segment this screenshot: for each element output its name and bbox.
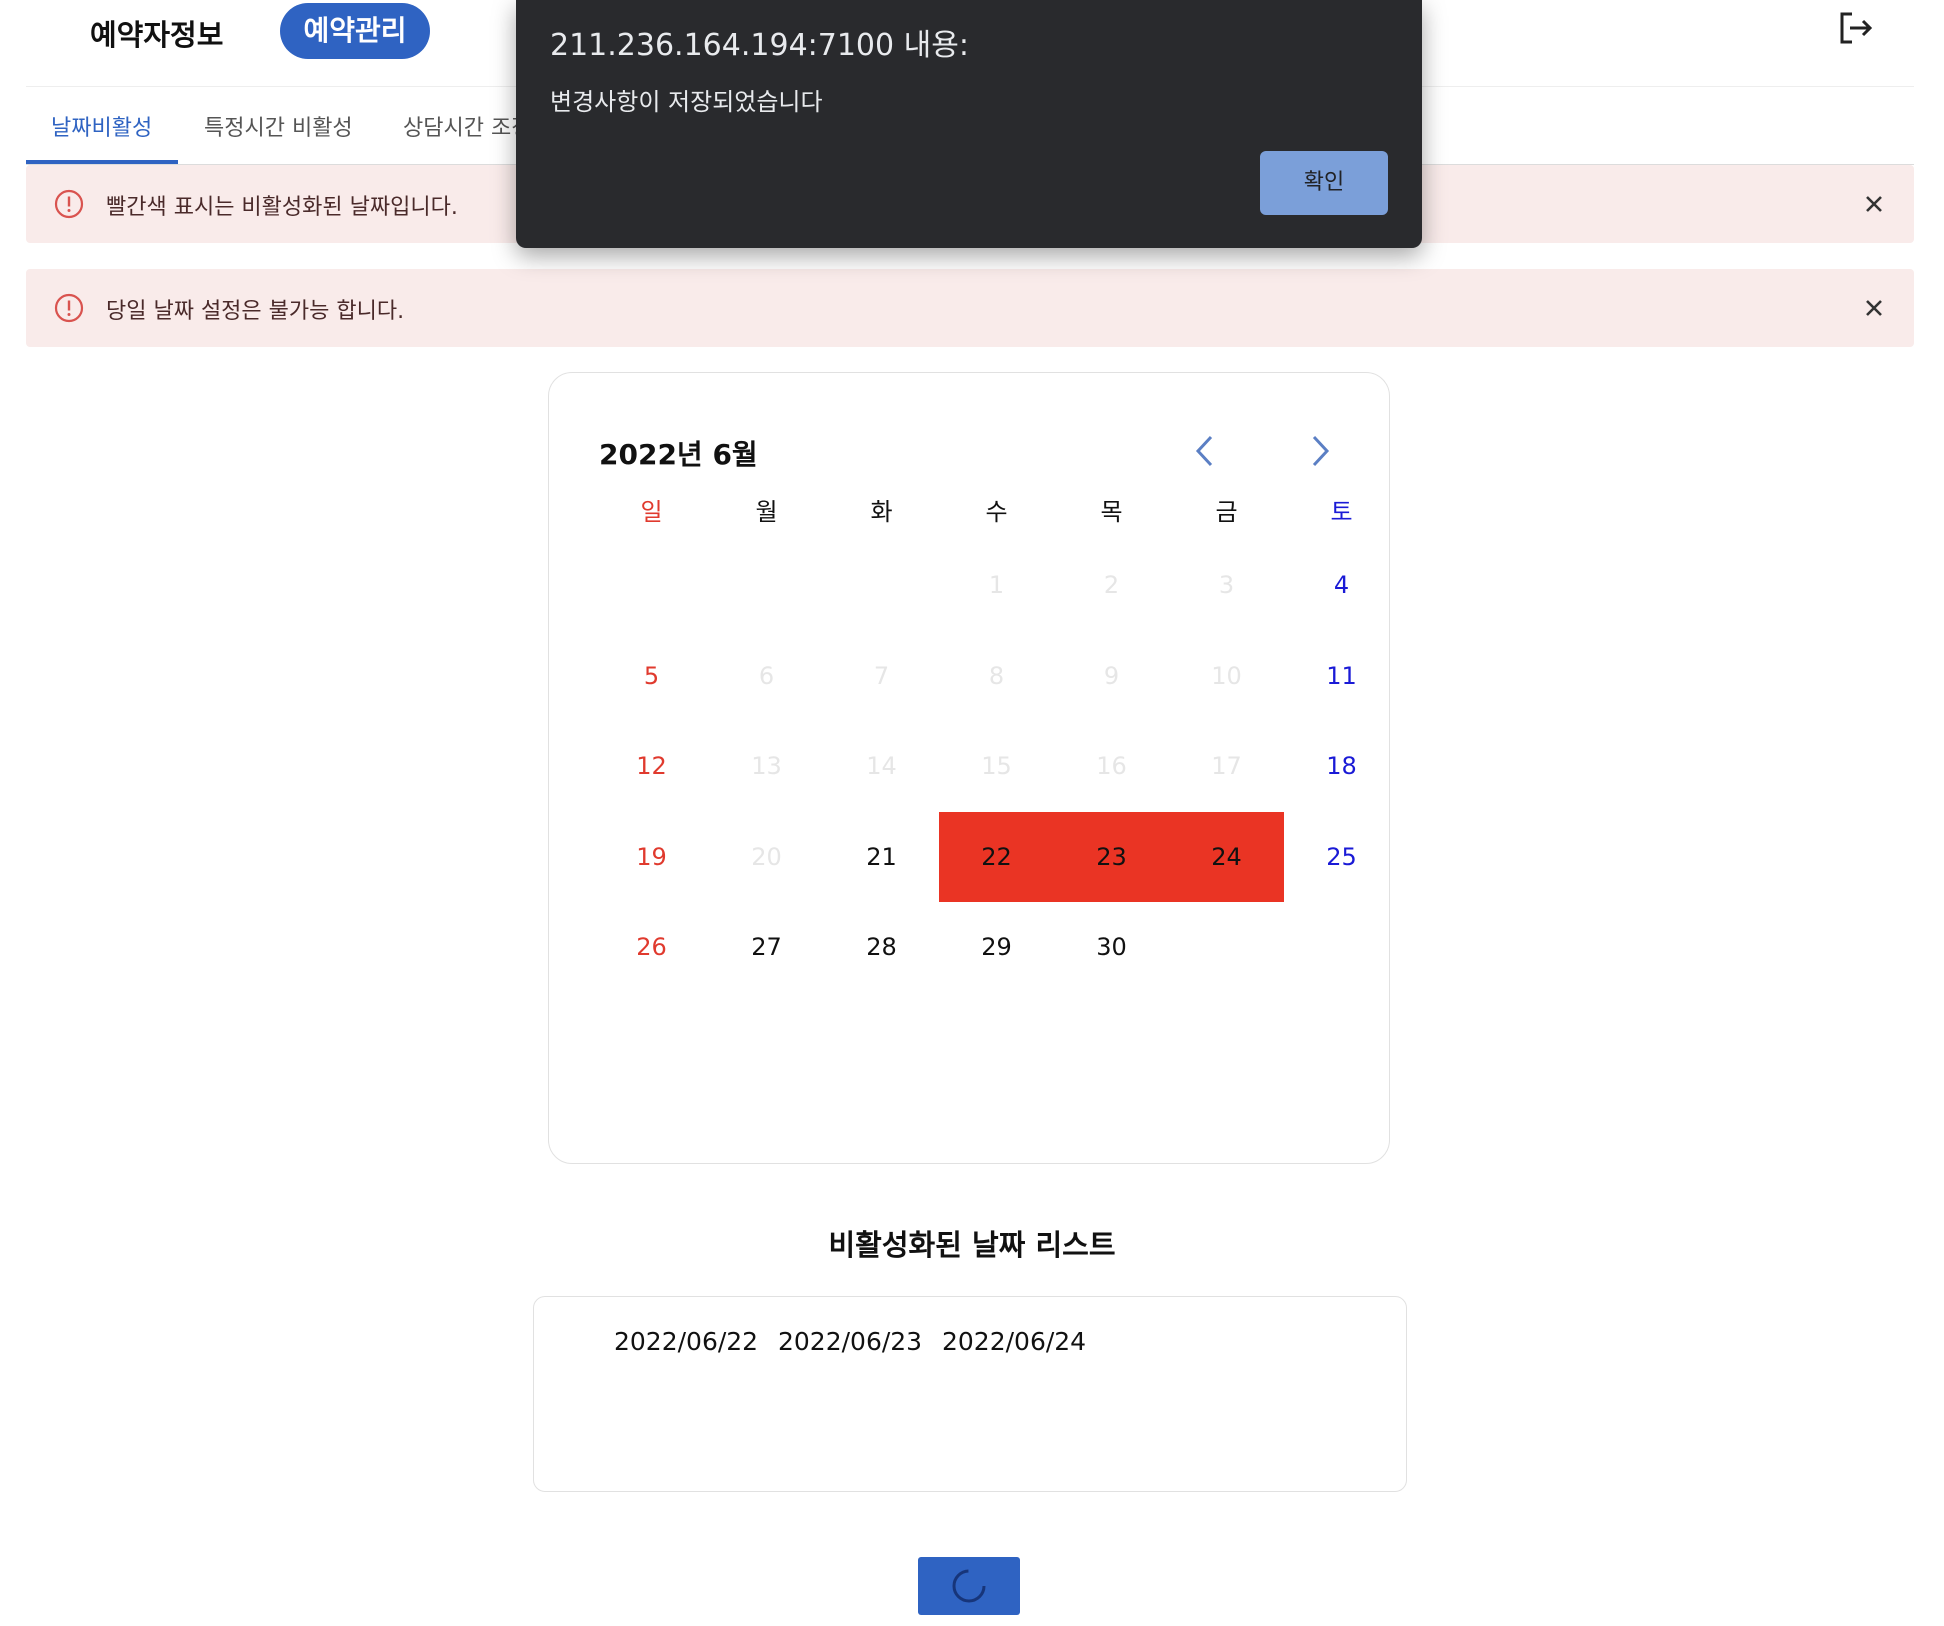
tab-time-disable[interactable]: 특정시간 비활성 [204,110,353,142]
calendar-grid: 일 월 화 수 목 금 토 1 2 3 4 5 6 7 8 9 10 11 12 13 14 15 16 17 18 19 20 21… [549,373,1389,1163]
calendar-day[interactable]: 11 [1284,631,1399,721]
calendar-day: 13 [751,752,782,780]
close-icon[interactable] [1860,294,1888,322]
weekday-header: 월 [755,498,778,526]
alert-same-day: 당일 날짜 설정은 불가능 합니다. [26,269,1914,347]
error-icon [54,189,84,219]
disabled-date-item[interactable]: 2022/06/22 [614,1327,758,1356]
calendar-day: 2 [1103,571,1120,599]
error-icon [54,293,84,323]
dialog-ok-button[interactable]: 확인 [1260,151,1388,215]
calendar-day: 8 [988,661,1005,690]
calendar-day-disabled[interactable]: 23 [1054,811,1169,902]
calendar-day[interactable]: 25 [1284,812,1399,902]
calendar-day: 6 [758,661,775,690]
tab-active-indicator [26,160,178,164]
logout-icon[interactable] [1836,8,1876,48]
calendar-day[interactable]: 5 [594,631,709,721]
disabled-list-title: 비활성화된 날짜 리스트 [828,1228,1116,1262]
calendar-day: 17 [1211,752,1242,780]
calendar-day: 16 [1096,752,1127,780]
calendar-day[interactable]: 26 [594,902,709,992]
weekday-header: 일 [640,498,663,526]
calendar-day: 7 [873,661,890,690]
calendar-day[interactable]: 27 [709,902,824,992]
weekday-header: 화 [870,498,893,526]
calendar-day[interactable]: 12 [594,721,709,811]
disabled-date-item[interactable]: 2022/06/24 [942,1327,1086,1356]
disabled-date-item[interactable]: 2022/06/23 [778,1327,922,1356]
alert-text: 당일 날짜 설정은 불가능 합니다. [106,299,405,324]
close-icon[interactable] [1860,190,1888,218]
calendar-day: 1 [988,571,1005,599]
tab-consult-time[interactable]: 상담시간 조정 [403,110,531,142]
calendar-day[interactable]: 30 [1054,902,1169,992]
tab-date-disable[interactable]: 날짜비활성 [51,110,152,142]
disabled-date-list: 2022/06/22 2022/06/23 2022/06/24 [533,1296,1407,1492]
alert-text: 빨간색 표시는 비활성화된 날짜입니다. [106,195,458,220]
nav-link-reservation-manage[interactable]: 예약관리 [280,3,430,59]
calendar-day: 14 [866,752,897,780]
calendar-day[interactable]: 19 [594,812,709,902]
calendar-day: 9 [1103,661,1120,690]
calendar-day: 15 [981,752,1012,780]
calendar-day: 10 [1211,661,1242,690]
calendar-day-disabled[interactable]: 24 [1169,811,1284,902]
calendar-day[interactable]: 4 [1284,540,1399,630]
save-button[interactable] [918,1557,1020,1615]
calendar-day[interactable]: 28 [824,902,939,992]
calendar-day[interactable]: 18 [1284,721,1399,811]
calendar-day: 3 [1218,571,1235,599]
browser-alert-dialog: 211.236.164.194:7100 내용: 변경사항이 저장되었습니다 확… [516,0,1422,248]
nav-link-reservation-info[interactable]: 예약자정보 [90,12,223,54]
calendar-day[interactable]: 29 [939,902,1054,992]
calendar-day[interactable]: 21 [824,812,939,902]
spinner-icon [952,1569,986,1603]
dialog-title: 211.236.164.194:7100 내용: [550,28,969,63]
calendar-day-disabled[interactable]: 22 [939,811,1054,902]
calendar: 2022년 6월 일 월 화 수 목 금 토 1 2 3 4 5 6 7 8 9 10 11 12 13 14 15 16 1… [548,372,1390,1164]
dialog-message: 변경사항이 저장되었습니다 [550,88,823,116]
calendar-day: 20 [751,842,782,871]
